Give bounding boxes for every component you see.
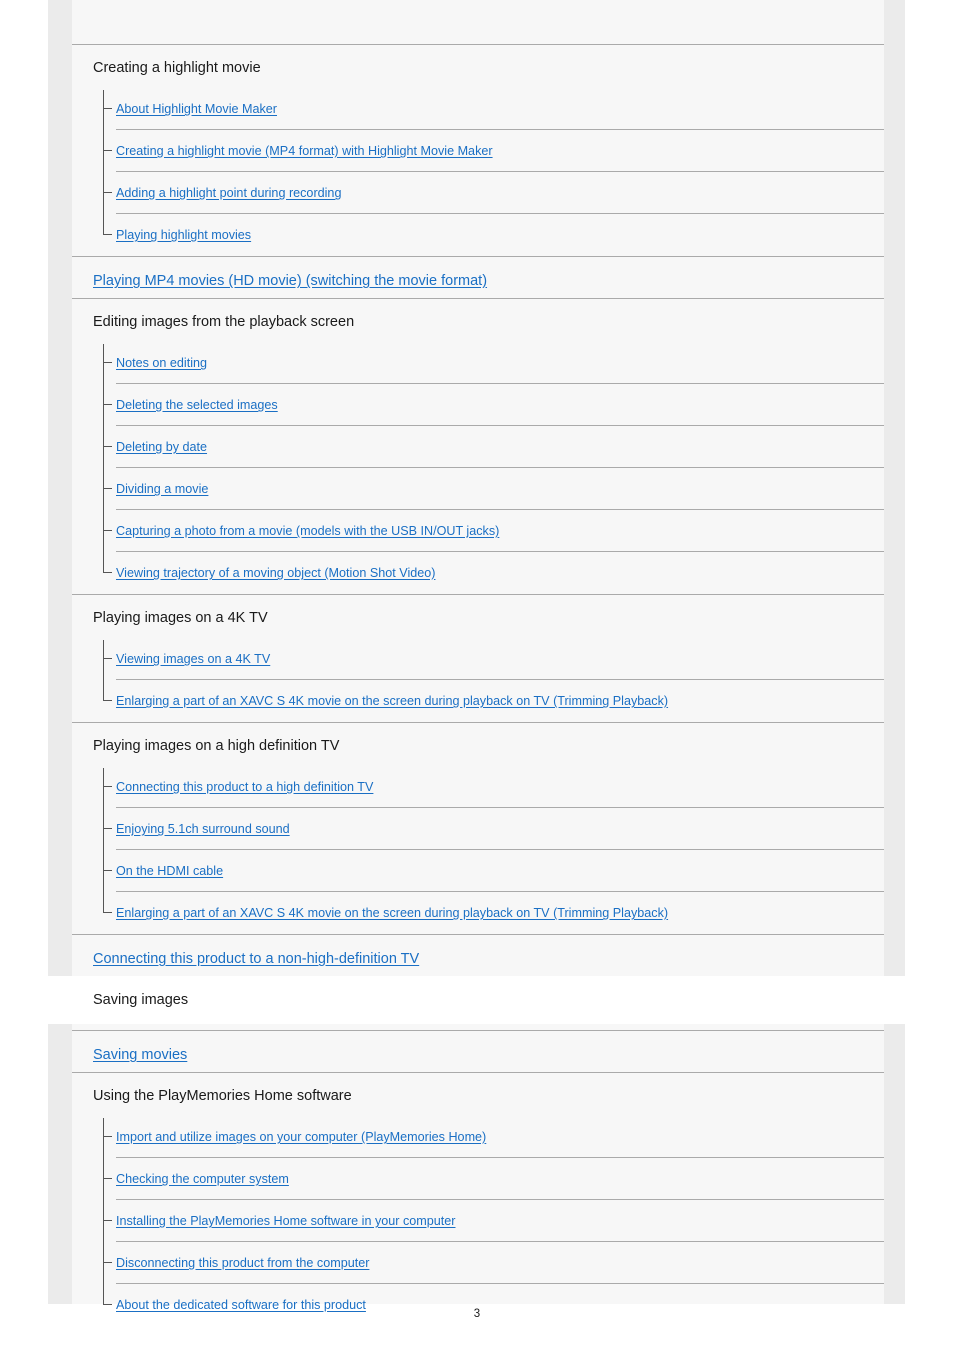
section-divider xyxy=(72,298,884,299)
toc-group-heading: Editing images from the playback screen xyxy=(72,315,884,330)
toc-sub-link-label[interactable]: Viewing trajectory of a moving object (M… xyxy=(72,566,435,580)
item-divider xyxy=(116,425,884,426)
toc-link-label[interactable]: Saving movies xyxy=(72,1047,187,1063)
section-divider xyxy=(72,256,884,257)
item-divider xyxy=(116,383,884,384)
toc-group-heading: Creating a highlight movie xyxy=(72,61,884,76)
toc-sub-link[interactable]: Capturing a photo from a movie (models w… xyxy=(72,525,884,538)
toc-sub-link[interactable]: Import and utilize images on your comput… xyxy=(72,1131,884,1144)
item-divider xyxy=(116,551,884,552)
section-divider xyxy=(72,722,884,723)
item-divider xyxy=(116,1199,884,1200)
item-divider xyxy=(116,679,884,680)
toc-sub-link-label[interactable]: Adding a highlight point during recordin… xyxy=(72,186,341,200)
section-divider xyxy=(72,44,884,45)
tree-trunk xyxy=(103,768,104,912)
item-divider xyxy=(116,129,884,130)
toc-sub-link[interactable]: Disconnecting this product from the comp… xyxy=(72,1257,884,1270)
toc-sub-link-label[interactable]: Connecting this product to a high defini… xyxy=(72,780,373,794)
section-header-saving-images: Saving images xyxy=(48,976,905,1024)
section-divider xyxy=(72,1072,884,1073)
toc-group-heading-label: Using the PlayMemories Home software xyxy=(93,1088,352,1104)
toc-sub-link-label[interactable]: Creating a highlight movie (MP4 format) … xyxy=(72,144,493,158)
toc-link-label[interactable]: Playing MP4 movies (HD movie) (switching… xyxy=(72,273,487,289)
toc-sub-link-label[interactable]: Deleting by date xyxy=(72,440,207,454)
section-divider xyxy=(72,934,884,935)
toc-sub-link-label[interactable]: Enlarging a part of an XAVC S 4K movie o… xyxy=(72,694,668,708)
toc-sub-link[interactable]: Checking the computer system xyxy=(72,1173,884,1186)
toc-top-link[interactable]: Connecting this product to a non-high-de… xyxy=(72,952,884,967)
item-divider xyxy=(116,1283,884,1284)
tree-trunk xyxy=(103,640,104,700)
toc-group-heading-label: Playing images on a high definition TV xyxy=(93,738,340,754)
toc-sub-link[interactable]: Deleting by date xyxy=(72,441,884,454)
toc-top-link[interactable]: Playing MP4 movies (HD movie) (switching… xyxy=(72,274,884,289)
toc-top-link[interactable]: Saving movies xyxy=(72,1048,884,1063)
toc-link-label[interactable]: Connecting this product to a non-high-de… xyxy=(72,951,419,967)
section-divider xyxy=(72,1030,884,1031)
toc-group-heading-label: Playing images on a 4K TV xyxy=(93,610,268,626)
toc-sub-link[interactable]: Notes on editing xyxy=(72,357,884,370)
item-divider xyxy=(116,891,884,892)
toc-sub-link-label[interactable]: Checking the computer system xyxy=(72,1172,289,1186)
toc-sub-link-label[interactable]: Dividing a movie xyxy=(72,482,208,496)
toc-sub-link-label[interactable]: Notes on editing xyxy=(72,356,207,370)
toc-sub-link-label[interactable]: On the HDMI cable xyxy=(72,864,223,878)
toc-sub-link[interactable]: Viewing trajectory of a moving object (M… xyxy=(72,567,884,580)
toc-sub-link-label[interactable]: Installing the PlayMemories Home softwar… xyxy=(72,1214,455,1228)
tree-trunk xyxy=(103,90,104,234)
toc-group-heading: Using the PlayMemories Home software xyxy=(72,1089,884,1104)
toc-sub-link[interactable]: Connecting this product to a high defini… xyxy=(72,781,884,794)
toc-sub-link[interactable]: Enjoying 5.1ch surround sound xyxy=(72,823,884,836)
toc-sub-link[interactable]: Enlarging a part of an XAVC S 4K movie o… xyxy=(72,695,884,708)
toc-sub-link[interactable]: Viewing images on a 4K TV xyxy=(72,653,884,666)
toc-sub-link[interactable]: Deleting the selected images xyxy=(72,399,884,412)
section-header-label: Saving images xyxy=(93,992,189,1008)
section-divider xyxy=(72,594,884,595)
item-divider xyxy=(116,1157,884,1158)
toc-sub-link[interactable]: About Highlight Movie Maker xyxy=(72,103,884,116)
tree-trunk xyxy=(103,344,104,572)
item-divider xyxy=(116,213,884,214)
toc-sub-link[interactable]: Adding a highlight point during recordin… xyxy=(72,187,884,200)
toc-group-heading-label: Creating a highlight movie xyxy=(93,60,261,76)
toc-group-heading-label: Editing images from the playback screen xyxy=(93,314,355,330)
toc-sub-link[interactable]: On the HDMI cable xyxy=(72,865,884,878)
toc-sub-link-label[interactable]: Viewing images on a 4K TV xyxy=(72,652,270,666)
item-divider xyxy=(116,171,884,172)
item-divider xyxy=(116,467,884,468)
item-divider xyxy=(116,807,884,808)
toc-sub-link-label[interactable]: Capturing a photo from a movie (models w… xyxy=(72,524,499,538)
toc-sub-link[interactable]: Installing the PlayMemories Home softwar… xyxy=(72,1215,884,1228)
toc-group-heading: Playing images on a 4K TV xyxy=(72,611,884,626)
toc-sub-link[interactable]: Creating a highlight movie (MP4 format) … xyxy=(72,145,884,158)
toc-sub-link[interactable]: Playing highlight movies xyxy=(72,229,884,242)
toc-sub-link-label[interactable]: Playing highlight movies xyxy=(72,228,251,242)
toc-sub-link-label[interactable]: Disconnecting this product from the comp… xyxy=(72,1256,369,1270)
item-divider xyxy=(116,509,884,510)
toc-sub-link-label[interactable]: Import and utilize images on your comput… xyxy=(72,1130,486,1144)
item-divider xyxy=(116,1241,884,1242)
toc-sub-link-label[interactable]: Enjoying 5.1ch surround sound xyxy=(72,822,290,836)
item-divider xyxy=(116,849,884,850)
toc-sub-link[interactable]: Dividing a movie xyxy=(72,483,884,496)
toc-group-heading: Playing images on a high definition TV xyxy=(72,739,884,754)
tree-trunk xyxy=(103,1118,104,1304)
toc-sub-link[interactable]: Enlarging a part of an XAVC S 4K movie o… xyxy=(72,907,884,920)
page-number: 3 xyxy=(473,1308,481,1320)
toc-sub-link-label[interactable]: Enlarging a part of an XAVC S 4K movie o… xyxy=(72,906,668,920)
